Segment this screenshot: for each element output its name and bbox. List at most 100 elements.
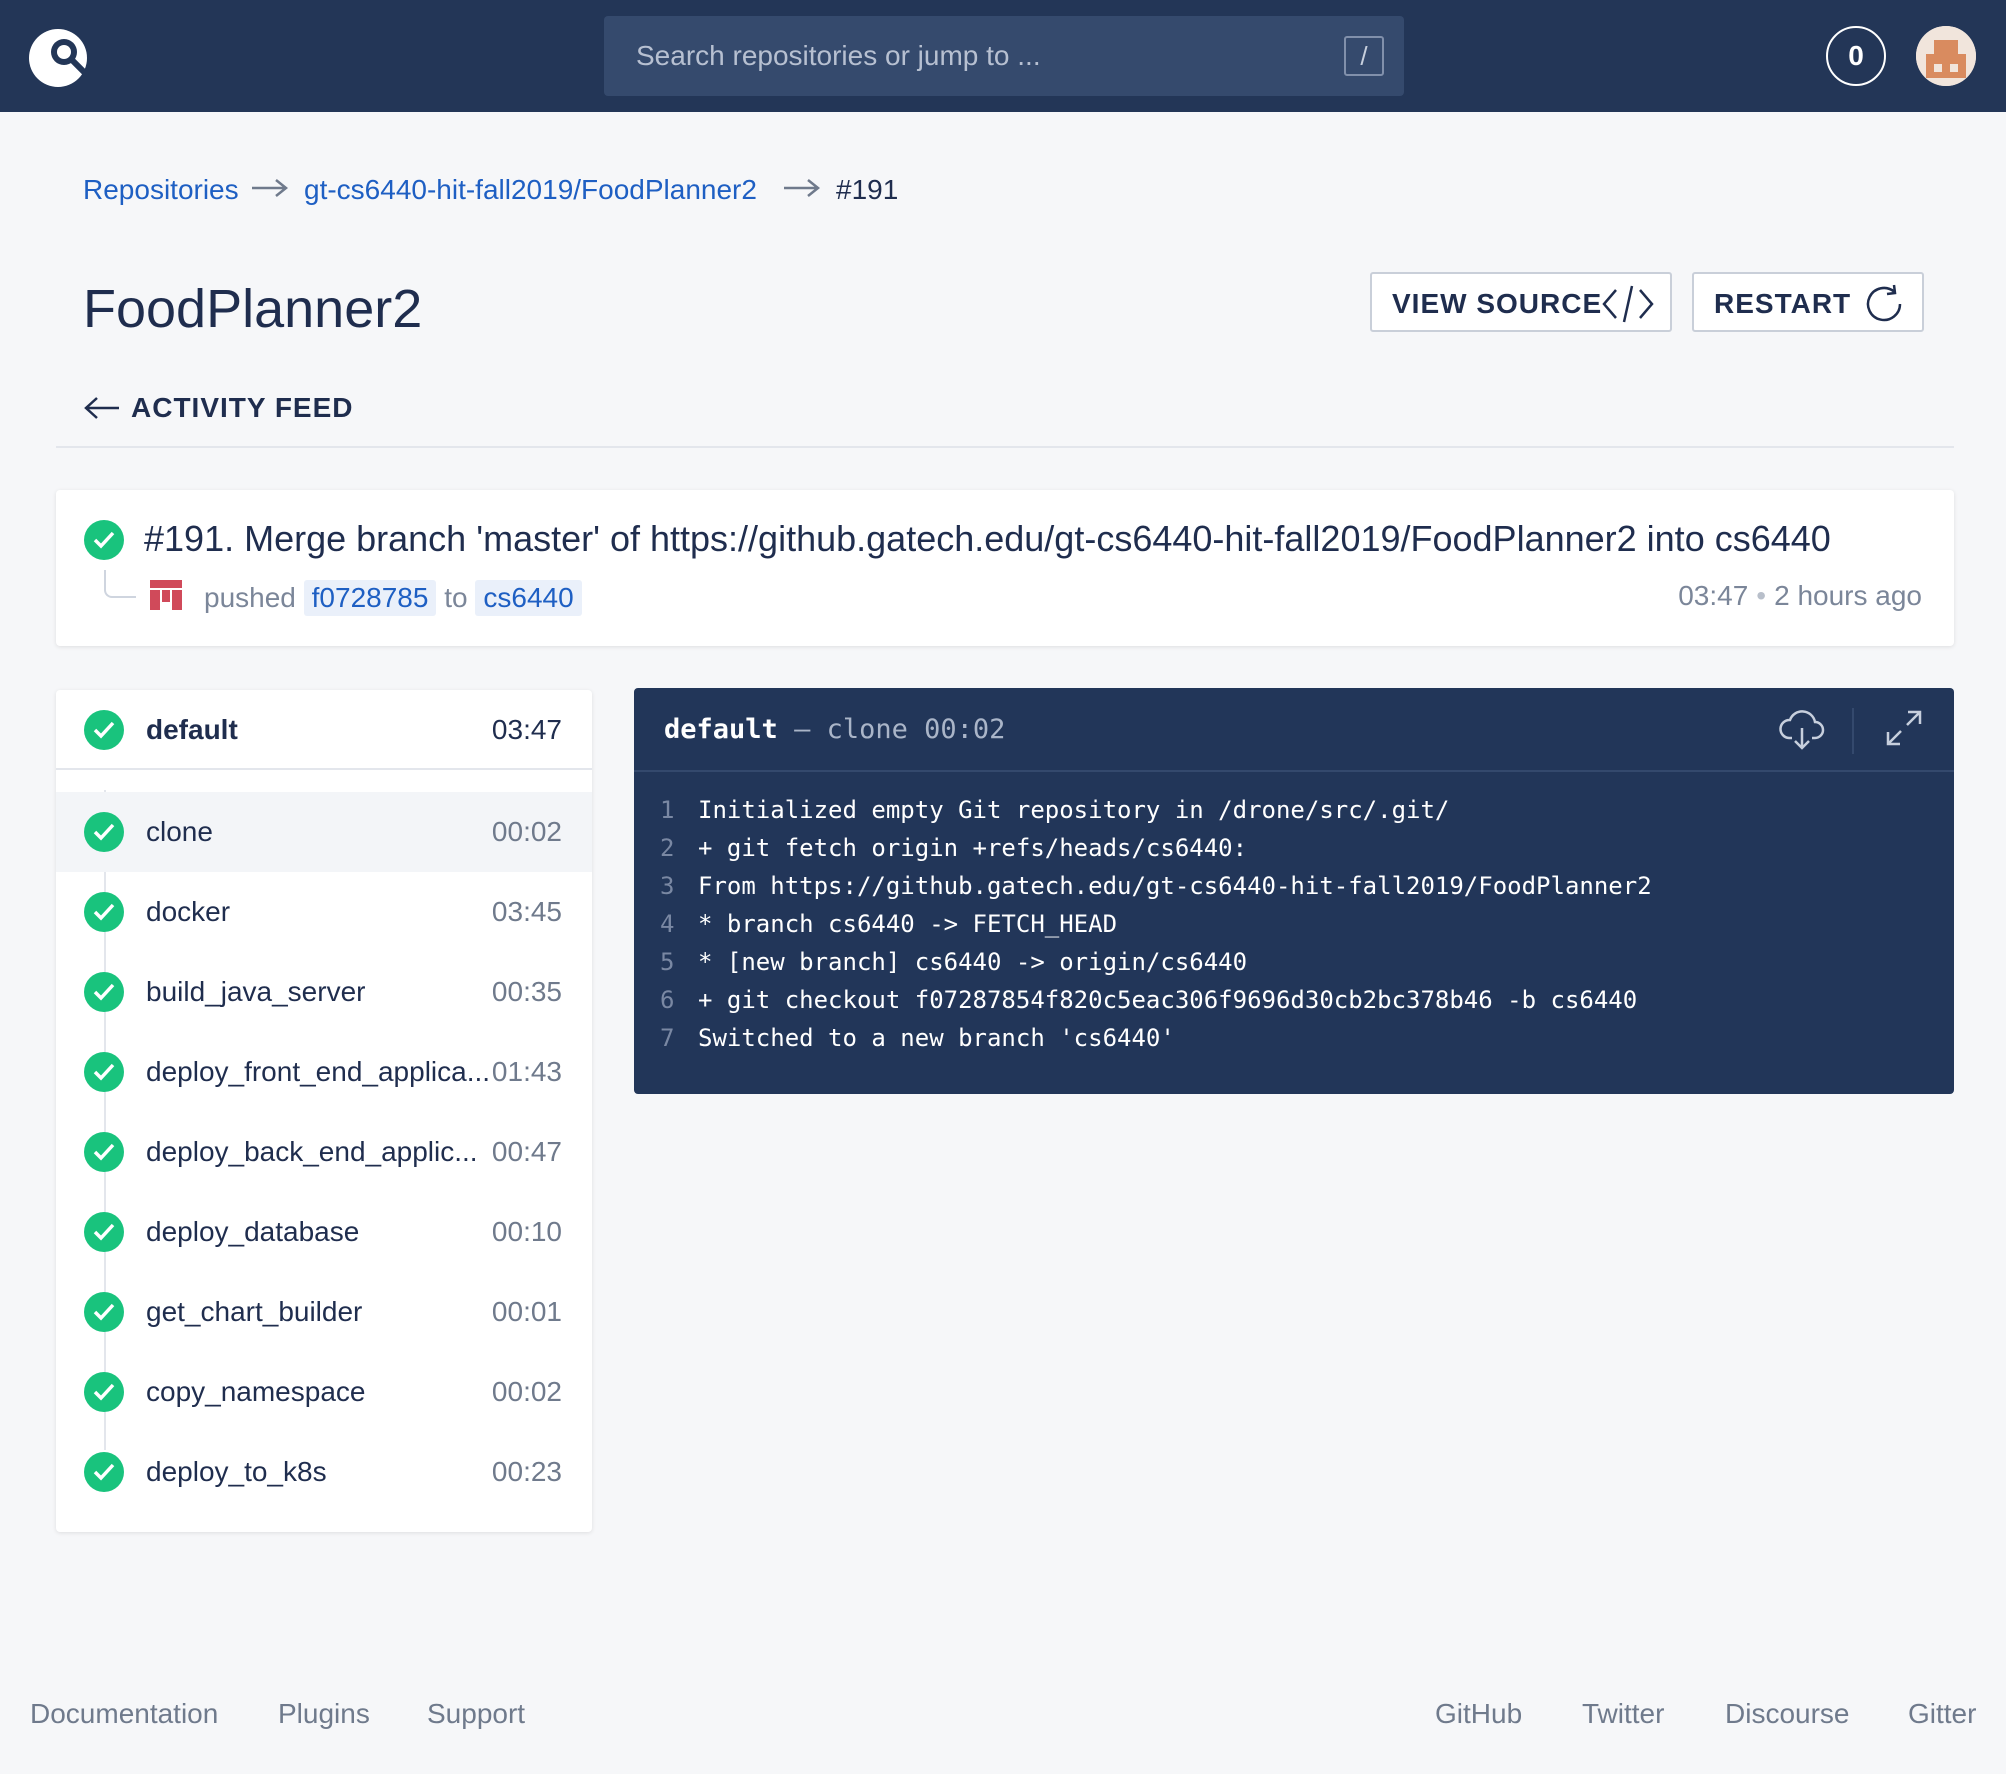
breadcrumb-arrow-icon <box>784 179 821 197</box>
success-check-icon <box>84 1452 124 1492</box>
success-check-icon <box>84 892 124 932</box>
step-item[interactable]: build_java_server 00:35 <box>56 952 592 1032</box>
build-age: 2 hours ago <box>1774 580 1922 611</box>
log-header: default — clone 00:02 <box>634 688 1954 772</box>
drone-logo-icon[interactable] <box>28 28 92 88</box>
step-item[interactable]: deploy_front_end_applica... 01:43 <box>56 1032 592 1112</box>
footer-link-discourse[interactable]: Discourse <box>1725 1698 1849 1730</box>
view-source-button[interactable]: VIEW SOURCE <box>1370 272 1672 332</box>
log-line-number: 4 <box>660 910 675 938</box>
divider <box>56 446 1954 448</box>
step-item[interactable]: deploy_back_end_applic... 00:47 <box>56 1112 592 1192</box>
step-duration: 00:35 <box>491 976 562 1007</box>
log-line: 7 Switched to a new branch 'cs6440' <box>660 1024 1652 1062</box>
step-item[interactable]: copy_namespace 00:02 <box>56 1352 592 1432</box>
log-line: 3 From https://github.gatech.edu/gt-cs644… <box>660 872 1652 910</box>
log-line-number: 1 <box>660 796 675 824</box>
step-name: clone <box>146 816 213 847</box>
activity-feed-link[interactable]: ACTIVITY FEED <box>83 390 353 426</box>
step-duration: 00:23 <box>491 1456 562 1487</box>
stage-duration: 03:47 <box>491 714 562 745</box>
log-line-text: * branch cs6440 -> FETCH_HEAD <box>698 910 1118 938</box>
commit-meta: pushed f0728785 to cs6440 <box>204 580 582 616</box>
step-duration: 00:10 <box>491 1216 562 1247</box>
success-check-icon <box>84 1372 124 1412</box>
branch-link[interactable]: cs6440 <box>475 580 582 616</box>
step-duration: 03:45 <box>491 896 562 927</box>
shortcut-key-badge: / <box>1344 36 1384 76</box>
restart-button[interactable]: RESTART <box>1692 272 1924 332</box>
breadcrumb-repositories[interactable]: Repositories <box>83 174 239 206</box>
step-item[interactable]: docker 03:45 <box>56 872 592 952</box>
log-dash: — <box>794 714 811 745</box>
log-line: 1 Initialized empty Git repository in /dr… <box>660 796 1652 834</box>
footer-link-github[interactable]: GitHub <box>1435 1698 1522 1730</box>
header-separator <box>1852 708 1854 754</box>
success-check-icon <box>84 972 124 1012</box>
step-name: deploy_database <box>146 1216 360 1247</box>
log-line-number: 7 <box>660 1024 675 1052</box>
to-label: to <box>444 582 468 613</box>
step-name: deploy_front_end_applica... <box>146 1056 491 1087</box>
log-line-text: + git checkout f07287854f820c5eac306f969… <box>698 986 1638 1014</box>
steps-panel: default 03:47 clone 00:02 docker 03:45 build… <box>56 690 592 1532</box>
log-line-number: 2 <box>660 834 675 862</box>
build-duration: 03:47 <box>1678 580 1749 611</box>
success-check-icon <box>84 520 124 560</box>
code-icon <box>1602 285 1654 323</box>
step-item[interactable]: get_chart_builder 00:01 <box>56 1272 592 1352</box>
step-item[interactable]: clone 00:02 <box>56 792 592 872</box>
success-check-icon <box>84 1212 124 1252</box>
page-title: FoodPlanner2 <box>83 279 423 339</box>
search-input[interactable]: Search repositories or jump to ... / <box>604 16 1404 96</box>
footer-link-gitter[interactable]: Gitter <box>1908 1698 1976 1730</box>
step-name: get_chart_builder <box>146 1296 363 1327</box>
footer-link-twitter[interactable]: Twitter <box>1582 1698 1664 1730</box>
breadcrumb-build: #191 <box>836 174 899 205</box>
view-source-label: VIEW SOURCE <box>1392 288 1603 319</box>
step-name: copy_namespace <box>146 1376 366 1407</box>
step-name: docker <box>146 896 231 927</box>
step-duration: 00:01 <box>491 1296 562 1327</box>
back-arrow-icon <box>84 397 119 419</box>
user-avatar[interactable] <box>1916 26 1976 86</box>
log-line: 2 + git fetch origin +refs/heads/cs6440: <box>660 834 1652 872</box>
avatar-icon <box>1916 26 1976 86</box>
step-item[interactable]: deploy_database 00:10 <box>56 1192 592 1272</box>
breadcrumb-repo[interactable]: gt-cs6440-hit-fall2019/FoodPlanner2 <box>304 174 757 206</box>
commit-sha-link[interactable]: f0728785 <box>303 580 437 616</box>
log-line-number: 6 <box>660 986 675 1014</box>
log-line-number: 5 <box>660 948 675 976</box>
step-name: deploy_back_end_applic... <box>146 1136 478 1167</box>
separator-dot: • <box>1756 580 1767 611</box>
expand-icon[interactable] <box>1884 708 1924 748</box>
log-stage-name: default <box>664 714 778 745</box>
top-bar: Search repositories or jump to ... / 0 <box>0 0 2006 112</box>
footer-link-documentation[interactable]: Documentation <box>30 1698 218 1730</box>
log-line-text: + git fetch origin +refs/heads/cs6440: <box>698 834 1248 862</box>
author-avatar-icon <box>148 576 184 612</box>
stage-header[interactable]: default 03:47 <box>56 690 592 770</box>
log-line: 5 * [new branch] cs6440 -> origin/cs6440 <box>660 948 1652 986</box>
step-name: build_java_server <box>146 976 366 1007</box>
step-item[interactable]: deploy_to_k8s 00:23 <box>56 1432 592 1512</box>
restart-label: RESTART <box>1714 288 1852 319</box>
notification-counter[interactable]: 0 <box>1826 26 1886 86</box>
log-panel: default — clone 00:02 1 Initialized empty… <box>634 688 1954 1094</box>
search-placeholder: Search repositories or jump to ... <box>636 40 1041 71</box>
restart-icon <box>1866 284 1902 322</box>
activity-feed-label: ACTIVITY FEED <box>131 392 354 423</box>
log-line-number: 3 <box>660 872 675 900</box>
step-duration: 00:47 <box>491 1136 562 1167</box>
download-cloud-icon[interactable] <box>1778 706 1826 754</box>
footer-link-support[interactable]: Support <box>427 1698 525 1730</box>
success-check-icon <box>84 710 124 750</box>
log-line: 6 + git checkout f07287854f820c5eac306f96… <box>660 986 1652 1024</box>
log-line-text: * [new branch] cs6440 -> origin/cs6440 <box>698 948 1248 976</box>
build-summary-card: #191. Merge branch 'master' of https://g… <box>56 490 1954 646</box>
footer-link-plugins[interactable]: Plugins <box>278 1698 370 1730</box>
log-output: 1 Initialized empty Git repository in /dr… <box>660 796 1652 1062</box>
step-duration: 01:43 <box>491 1056 562 1087</box>
log-step-name: clone <box>826 714 908 745</box>
log-step-duration: 00:02 <box>924 714 1006 745</box>
